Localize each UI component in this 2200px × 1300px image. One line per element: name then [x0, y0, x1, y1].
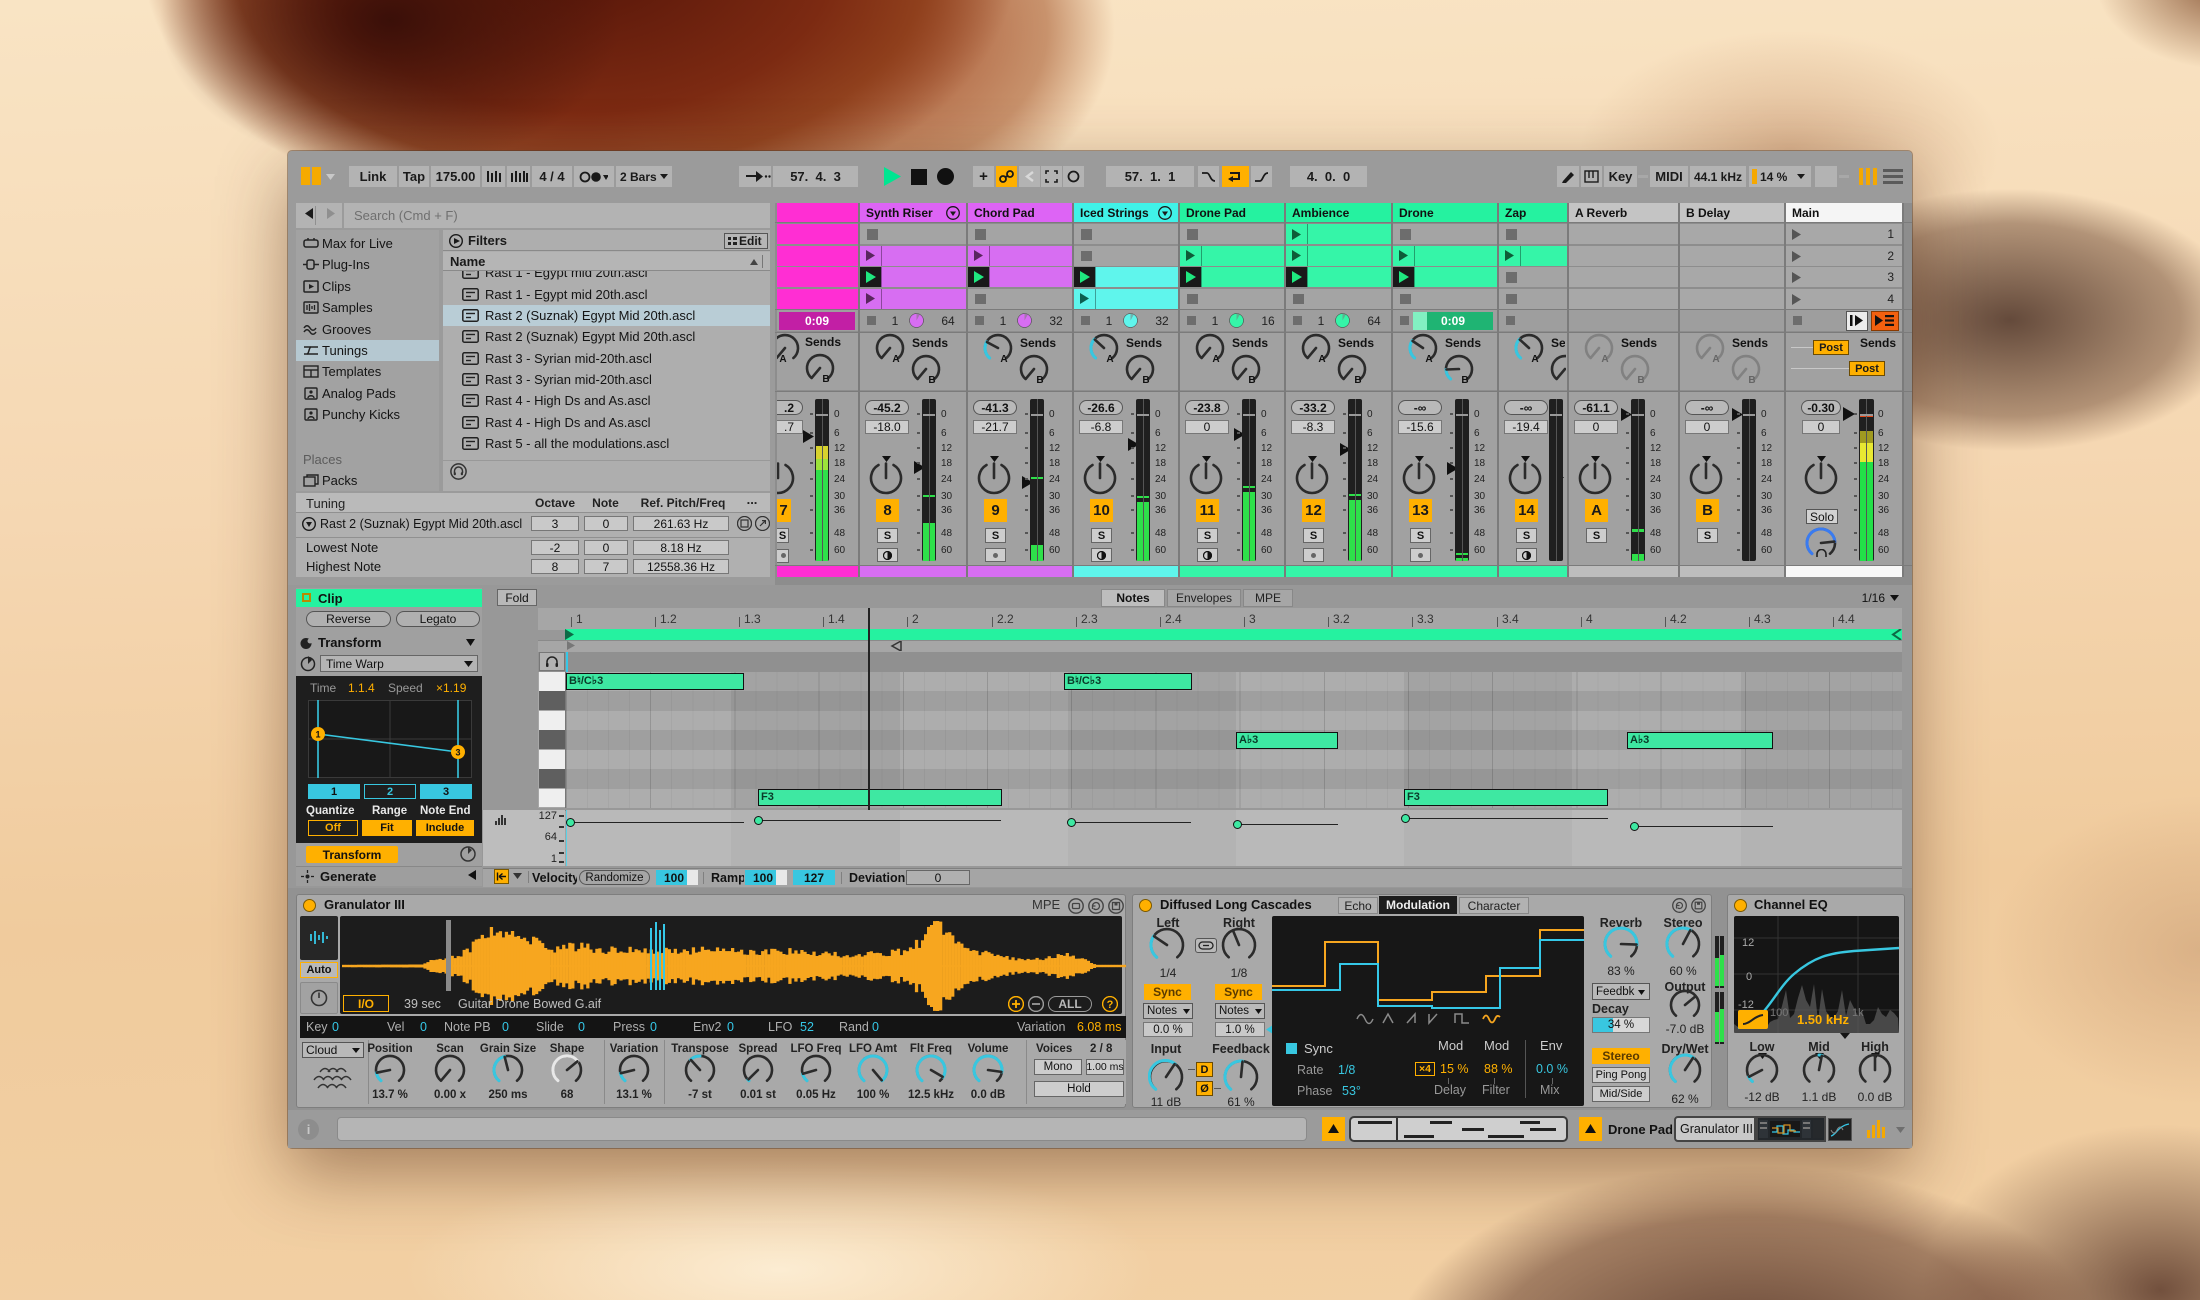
svg-text:0: 0: [1746, 971, 1752, 983]
svg-text:?: ?: [1107, 999, 1114, 1011]
svg-text:3: 3: [455, 748, 460, 758]
svg-text:100: 100: [1770, 1007, 1788, 1019]
svg-text:12: 12: [1742, 937, 1754, 949]
svg-text:1: 1: [315, 730, 320, 740]
